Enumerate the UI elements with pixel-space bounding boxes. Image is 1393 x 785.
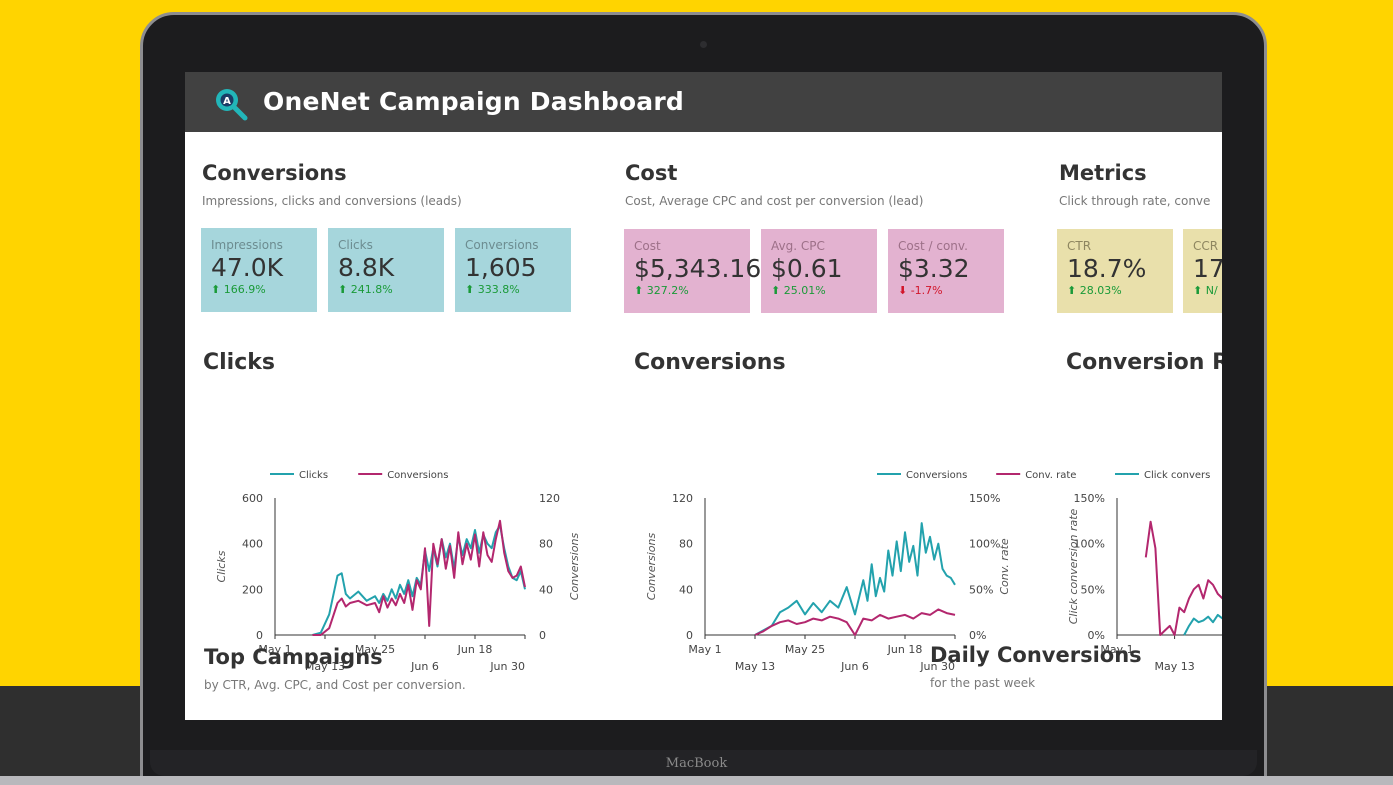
kpi-card-impressions[interactable]: Impressions 47.0K ⬆ 166.9% (201, 228, 317, 312)
y-axis-title: Conversions (645, 533, 658, 601)
y2-tick-label: 50% (969, 583, 993, 596)
y-tick-label: 120 (672, 492, 693, 505)
x-tick-label: May 13 (735, 660, 775, 673)
kpi-card-cost[interactable]: Cost $5,343.16 ⬆ 327.2% (624, 229, 762, 313)
y2-axis-title: Conversions (568, 533, 581, 601)
kpi-value: 17 (1193, 254, 1222, 283)
clicks-chart: 020040060004080120May 1May 13May 25Jun 6… (215, 470, 581, 673)
camera-dot (700, 41, 707, 48)
series-line (312, 524, 526, 636)
dashboard-screen: A OneNet Campaign Dashboard Conversions … (185, 72, 1222, 720)
y-tick-label: 600 (242, 492, 263, 505)
kpi-label: Clicks (338, 238, 373, 252)
legend-label: Clicks (299, 470, 328, 481)
chart-title-conversion-rate: Conversion R (1066, 350, 1222, 375)
kpi-label: CTR (1067, 239, 1092, 253)
kpi-card-conversions[interactable]: Conversions 1,605 ⬆ 333.8% (455, 228, 571, 312)
svg-text:A: A (223, 96, 231, 107)
x-tick-label: Jun 18 (887, 643, 923, 656)
magnifier-logo-icon: A (216, 89, 248, 121)
kpi-label: Cost / conv. (898, 239, 968, 253)
kpi-card-avg-cpc[interactable]: Avg. CPC $0.61 ⬆ 25.01% (761, 229, 877, 313)
kpi-change: ⬇ -1.7% (898, 284, 943, 297)
kpi-value: 18.7% (1067, 254, 1147, 283)
legend-label: Conversions (387, 470, 448, 481)
app-title: OneNet Campaign Dashboard (263, 87, 685, 116)
section-title-cost: Cost (625, 161, 678, 185)
kpi-value: $3.32 (898, 254, 970, 283)
kpi-card-cost-per-conv[interactable]: Cost / conv. $3.32 ⬇ -1.7% (888, 229, 1004, 313)
kpi-label: Avg. CPC (771, 239, 825, 253)
x-tick-label: Jun 18 (457, 643, 493, 656)
y-tick-label: 400 (242, 538, 263, 551)
kpi-change: ⬆ 241.8% (338, 283, 393, 296)
y-axis-title: Clicks (215, 550, 228, 582)
x-tick-label: Jun 30 (489, 660, 525, 673)
y2-tick-label: 100% (969, 538, 1000, 551)
y2-axis-title: Conv. rate (998, 538, 1011, 595)
x-tick-label: Jun 6 (410, 660, 439, 673)
kpi-change: ⬆ 28.03% (1067, 284, 1122, 297)
kpi-card-clicks[interactable]: Clicks 8.8K ⬆ 241.8% (328, 228, 444, 312)
chart-title-clicks: Clicks (203, 350, 275, 375)
app-header: A OneNet Campaign Dashboard (185, 72, 1222, 132)
y2-tick-label: 80 (539, 538, 553, 551)
y-tick-label: 0 (686, 629, 693, 642)
kpi-change: ⬆ 166.9% (211, 283, 266, 296)
chart-title-conversions: Conversions (634, 350, 786, 375)
section-subtitle-top-campaigns: by CTR, Avg. CPC, and Cost per conversio… (204, 678, 466, 692)
kpi-change: ⬆ N/ (1193, 284, 1218, 297)
y2-tick-label: 40 (539, 583, 553, 596)
device-label: MacBook (665, 756, 728, 771)
series-line (1183, 613, 1222, 636)
series-line (754, 522, 956, 636)
y-tick-label: 0% (1088, 629, 1105, 642)
y-axis-title: Click conversion rate (1067, 508, 1080, 624)
kpi-value: 8.8K (338, 253, 395, 282)
kpi-change: ⬆ 327.2% (634, 284, 689, 297)
kpi-value: $5,343.16 (634, 254, 762, 283)
y-tick-label: 40 (679, 583, 693, 596)
kpi-label: Impressions (211, 238, 283, 252)
section-subtitle-metrics: Click through rate, conve (1059, 194, 1211, 208)
x-tick-label: Jun 6 (840, 660, 869, 673)
conversion-rate-chart: 0%50%100%150%May 1May 13Click conversion… (1067, 470, 1222, 673)
kpi-value: 47.0K (211, 253, 284, 282)
kpi-change: ⬆ 333.8% (465, 283, 520, 296)
series-line (312, 519, 526, 636)
section-subtitle-cost: Cost, Average CPC and cost per conversio… (625, 194, 924, 208)
x-tick-label: May 1 (688, 643, 721, 656)
kpi-label: Cost (634, 239, 661, 253)
y2-tick-label: 0 (539, 629, 546, 642)
y-tick-label: 80 (679, 538, 693, 551)
section-subtitle-daily-conversions: for the past week (930, 676, 1036, 690)
y-tick-label: 150% (1074, 492, 1105, 505)
y2-tick-label: 150% (969, 492, 1000, 505)
kpi-change: ⬆ 25.01% (771, 284, 826, 297)
y2-tick-label: 0% (969, 629, 986, 642)
laptop-base (0, 776, 1393, 785)
legend-label: Click convers (1144, 470, 1210, 481)
x-tick-label: May 25 (785, 643, 825, 656)
section-title-top-campaigns: Top Campaigns (204, 645, 383, 669)
conversions-chart: 0 40 80 120 0% 50% 100% 150% May 1 May 13 May 25 Ju… (645, 470, 1076, 673)
legend-label: Conversions (906, 470, 967, 481)
y2-tick-label: 120 (539, 492, 560, 505)
x-tick-label: May 13 (1154, 660, 1194, 673)
kpi-card-ctr[interactable]: CTR 18.7% ⬆ 28.03% (1057, 229, 1173, 313)
section-subtitle-conversions: Impressions, clicks and conversions (lea… (202, 194, 462, 208)
section-title-metrics: Metrics (1059, 161, 1147, 185)
kpi-label: CCR (1193, 239, 1219, 253)
section-title-daily-conversions: Daily Conversions (930, 643, 1142, 667)
kpi-label: Conversions (465, 238, 539, 252)
y-tick-label: 0 (256, 629, 263, 642)
y-tick-label: 50% (1081, 583, 1105, 596)
y-tick-label: 200 (242, 583, 263, 596)
kpi-card-ccr[interactable]: CCR 17 ⬆ N/ (1183, 229, 1222, 313)
kpi-value: 1,605 (465, 253, 537, 282)
kpi-value: $0.61 (771, 254, 843, 283)
section-title-conversions: Conversions (202, 161, 347, 185)
